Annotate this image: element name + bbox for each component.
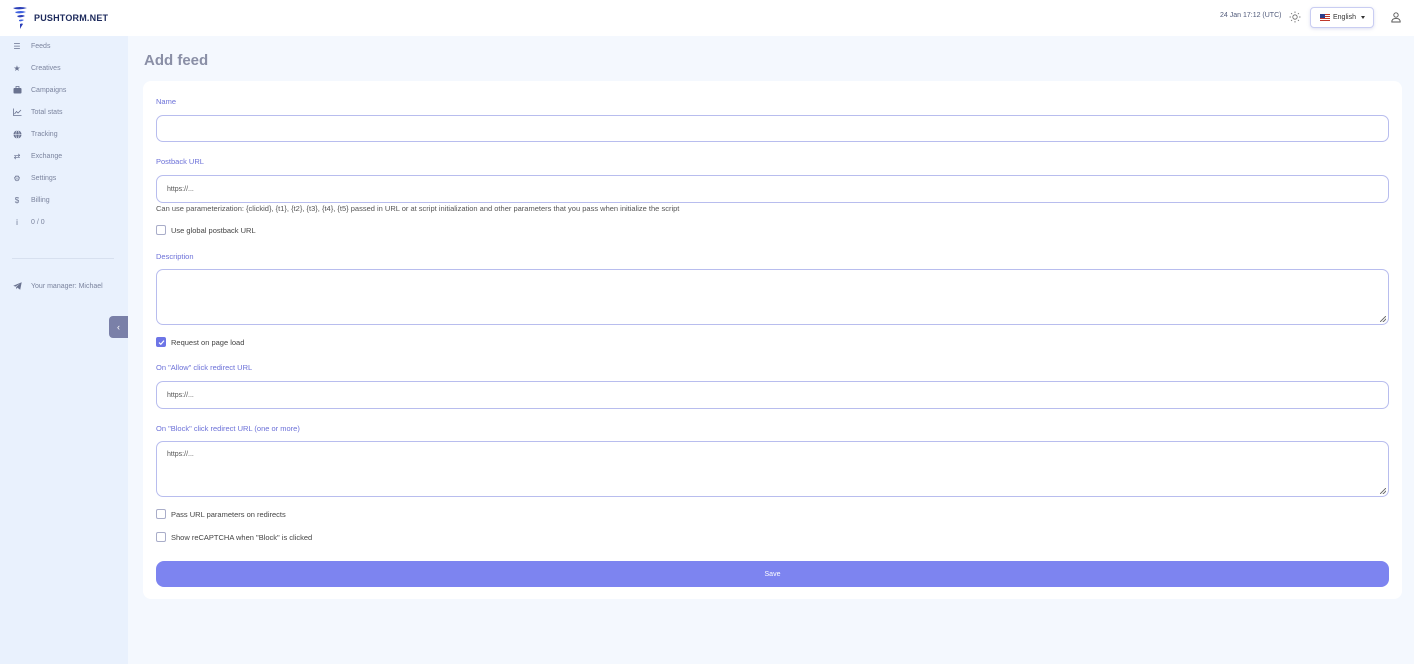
sidebar-item-settings[interactable]: ⚙ Settings bbox=[0, 169, 128, 187]
show-recaptcha-checkbox[interactable]: Show reCAPTCHA when "Block" is clicked bbox=[156, 532, 312, 542]
sidebar-item-label: Total stats bbox=[31, 108, 63, 116]
sidebar-item-billing[interactable]: $ Billing bbox=[0, 191, 128, 209]
checkbox-box[interactable] bbox=[156, 225, 166, 235]
show-recaptcha-label: Show reCAPTCHA when "Block" is clicked bbox=[171, 532, 313, 542]
pass-url-params-checkbox[interactable]: Pass URL parameters on redirects bbox=[156, 509, 286, 519]
briefcase-icon bbox=[12, 85, 22, 95]
exchange-icon: ⇄ bbox=[13, 151, 21, 161]
sidebar-item-total-stats[interactable]: Total stats bbox=[0, 103, 128, 121]
us-flag-icon bbox=[1320, 14, 1330, 21]
dollar-icon: $ bbox=[14, 195, 20, 205]
allow-redirect-input[interactable]: https://... bbox=[156, 381, 1389, 409]
sidebar-item-label: Feeds bbox=[31, 42, 51, 50]
checkbox-box[interactable] bbox=[156, 509, 166, 519]
brand-logo[interactable]: PUSHTORM.NET bbox=[12, 6, 108, 30]
checkbox-checked[interactable] bbox=[156, 337, 166, 347]
sidebar-item-label: Creatives bbox=[31, 64, 61, 72]
chevron-left-icon: ‹ bbox=[117, 322, 120, 332]
info-icon: i bbox=[16, 217, 18, 227]
name-label: Name bbox=[156, 97, 177, 106]
description-textarea[interactable] bbox=[156, 269, 1389, 325]
block-redirect-textarea[interactable]: https://... bbox=[156, 441, 1389, 497]
top-header: PUSHTORM.NET 24 Jan 17:12 (UTC) English bbox=[0, 0, 1414, 36]
globe-icon bbox=[12, 129, 22, 139]
page-title: Add feed bbox=[144, 52, 209, 69]
block-redirect-value: https://... bbox=[167, 451, 194, 458]
description-label: Description bbox=[156, 252, 194, 261]
sidebar: ☰ Feeds ★ Creatives Campaigns Total stat… bbox=[0, 36, 128, 664]
request-on-page-load-label: Request on page load bbox=[171, 337, 245, 347]
sidebar-item-exchange[interactable]: ⇄ Exchange bbox=[0, 147, 128, 165]
resize-handle-icon[interactable] bbox=[1380, 488, 1386, 494]
sidebar-item-label: Tracking bbox=[31, 130, 58, 138]
manager-label: Your manager: Michael bbox=[31, 282, 103, 290]
allow-redirect-label: On "Allow" click redirect URL bbox=[156, 363, 253, 372]
sidebar-item-label: Settings bbox=[31, 174, 57, 182]
list-icon: ☰ bbox=[13, 41, 21, 51]
sidebar-item-creatives[interactable]: ★ Creatives bbox=[0, 59, 128, 77]
checkbox-box[interactable] bbox=[156, 532, 166, 542]
sidebar-item-campaigns[interactable]: Campaigns bbox=[0, 81, 128, 99]
sidebar-item-tracking[interactable]: Tracking bbox=[0, 125, 128, 143]
user-icon[interactable] bbox=[1390, 11, 1402, 23]
caret-down-icon bbox=[1360, 16, 1365, 19]
language-dropdown[interactable]: English bbox=[1310, 7, 1374, 28]
resize-handle-icon[interactable] bbox=[1380, 316, 1386, 322]
sidebar-item-label: Exchange bbox=[31, 152, 63, 160]
sun-icon[interactable] bbox=[1289, 11, 1301, 23]
save-button[interactable]: Save bbox=[156, 561, 1389, 587]
sidebar-item-counter[interactable]: i 0 / 0 bbox=[0, 213, 128, 231]
postback-url-label: Postback URL bbox=[156, 157, 204, 166]
postback-url-hint: Can use parameterization: {clickid}, {t1… bbox=[156, 204, 680, 213]
gear-icon: ⚙ bbox=[13, 173, 21, 183]
check-icon bbox=[158, 339, 164, 345]
sidebar-item-label: 0 / 0 bbox=[31, 218, 45, 226]
sidebar-item-feeds[interactable]: ☰ Feeds bbox=[0, 37, 128, 55]
sidebar-item-label: Billing bbox=[31, 196, 50, 204]
header-datetime: 24 Jan 17:12 (UTC) bbox=[1220, 12, 1282, 19]
add-feed-form: Name Postback URL https://... Can use pa… bbox=[143, 81, 1402, 599]
name-input[interactable] bbox=[156, 115, 1389, 142]
sidebar-collapse-button[interactable]: ‹ bbox=[109, 316, 128, 338]
star-icon: ★ bbox=[13, 63, 21, 73]
brand-name: PUSHTORM.NET bbox=[34, 13, 109, 23]
request-on-page-load-checkbox[interactable]: Request on page load bbox=[156, 337, 244, 347]
block-redirect-label: On "Block" click redirect URL (one or mo… bbox=[156, 424, 300, 433]
pass-url-params-label: Pass URL parameters on redirects bbox=[171, 509, 286, 519]
chart-line-icon bbox=[12, 107, 22, 117]
language-label: English bbox=[1333, 14, 1356, 21]
sidebar-manager[interactable]: Your manager: Michael bbox=[0, 277, 128, 295]
telegram-icon bbox=[12, 281, 22, 291]
sidebar-divider bbox=[12, 258, 114, 259]
sidebar-item-label: Campaigns bbox=[31, 86, 67, 94]
tornado-logo-icon bbox=[13, 7, 27, 29]
postback-url-input[interactable]: https://... bbox=[156, 175, 1389, 203]
use-global-postback-label: Use global postback URL bbox=[171, 225, 256, 235]
use-global-postback-checkbox[interactable]: Use global postback URL bbox=[156, 225, 256, 235]
